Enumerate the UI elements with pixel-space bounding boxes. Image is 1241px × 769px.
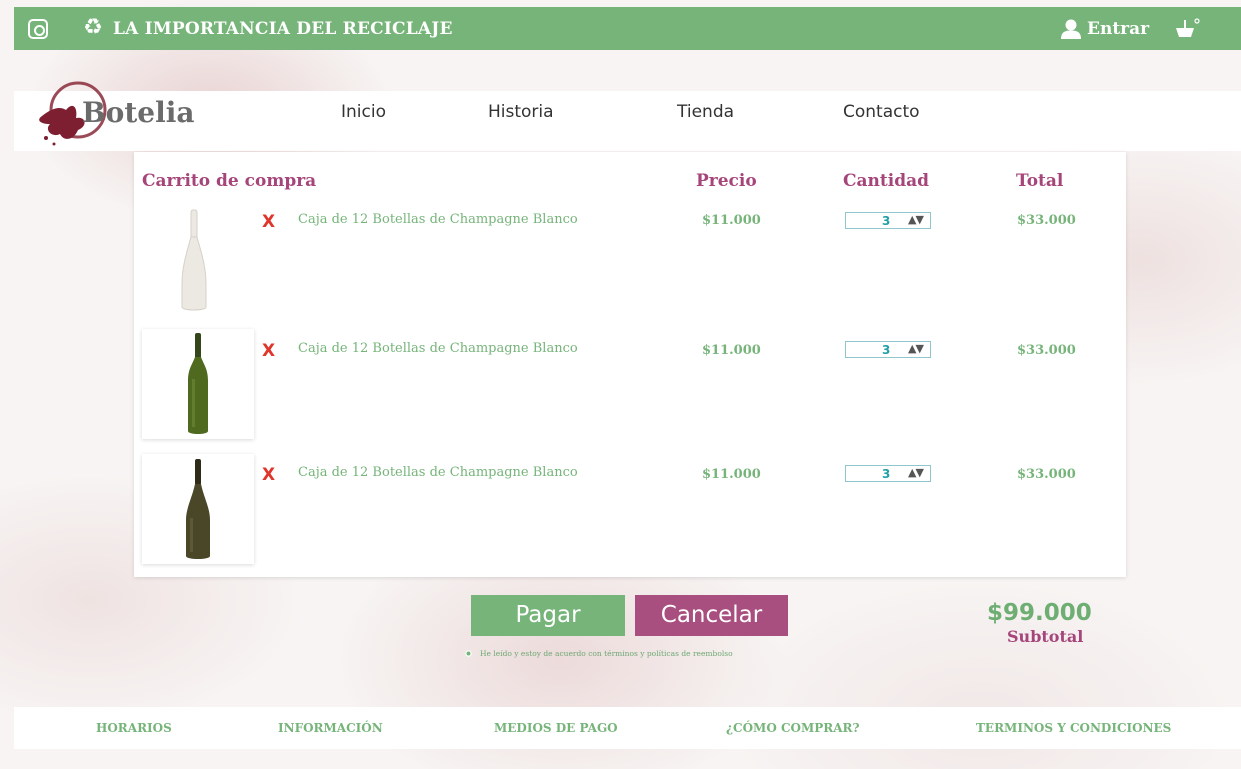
remove-item-button[interactable]: X: [262, 341, 275, 361]
cart-title: Carrito de compra: [142, 171, 317, 191]
price-header: Precio: [696, 171, 757, 191]
remove-item-button[interactable]: X: [262, 212, 275, 232]
product-name[interactable]: Caja de 12 Botellas de Champagne Blanco: [298, 341, 578, 356]
product-price: $11.000: [702, 467, 761, 482]
logo[interactable]: Botelia: [82, 96, 195, 129]
product-name[interactable]: Caja de 12 Botellas de Champagne Blanco: [298, 212, 578, 227]
product-image: [142, 454, 254, 564]
footer-link-como-comprar[interactable]: ¿CÓMO COMPRAR?: [726, 721, 860, 735]
footer-link-informacion[interactable]: INFORMACIÓN: [278, 721, 383, 735]
terms-checkbox[interactable]: [465, 650, 472, 657]
subtotal-label: Subtotal: [1007, 627, 1084, 646]
quantity-value[interactable]: 3: [882, 343, 890, 357]
nav-item-tienda[interactable]: Tienda: [677, 102, 734, 122]
terms-label[interactable]: He leído y estoy de acuerdo con términos…: [480, 649, 733, 658]
product-price: $11.000: [702, 343, 761, 358]
stepper-arrows-icon[interactable]: ▲▼: [908, 213, 924, 226]
quantity-stepper[interactable]: 3 ▲▼: [845, 341, 931, 358]
recycle-icon: ♻: [83, 15, 103, 40]
quantity-value[interactable]: 3: [882, 467, 890, 481]
product-image: [142, 329, 254, 439]
quantity-stepper[interactable]: 3 ▲▼: [845, 465, 931, 482]
product-name[interactable]: Caja de 12 Botellas de Champagne Blanco: [298, 465, 578, 480]
main-nav: [14, 91, 1241, 151]
cancel-button[interactable]: Cancelar: [635, 595, 788, 636]
footer-link-terminos[interactable]: TERMINOS Y CONDICIONES: [976, 721, 1171, 735]
login-link[interactable]: Entrar: [1087, 19, 1149, 39]
line-total: $33.000: [1017, 343, 1076, 358]
total-header: Total: [1016, 171, 1064, 191]
stepper-arrows-icon[interactable]: ▲▼: [908, 342, 924, 355]
footer-link-medios-de-pago[interactable]: MEDIOS DE PAGO: [494, 721, 618, 735]
subtotal-amount: $99.000: [987, 600, 1092, 626]
top-bar: ♻ LA IMPORTANCIA DEL RECICLAJE Entrar: [14, 7, 1241, 50]
nav-item-contacto[interactable]: Contacto: [843, 102, 920, 122]
footer-link-horarios[interactable]: HORARIOS: [96, 721, 172, 735]
cart-panel: [134, 152, 1126, 577]
stepper-arrows-icon[interactable]: ▲▼: [908, 466, 924, 479]
nav-item-inicio[interactable]: Inicio: [341, 102, 386, 122]
quantity-value[interactable]: 3: [882, 214, 890, 228]
basket-icon[interactable]: [1174, 17, 1200, 41]
quantity-header: Cantidad: [843, 171, 930, 191]
pay-button[interactable]: Pagar: [471, 595, 625, 636]
nav-item-historia[interactable]: Historia: [488, 102, 554, 122]
line-total: $33.000: [1017, 467, 1076, 482]
line-total: $33.000: [1017, 213, 1076, 228]
quantity-stepper[interactable]: 3 ▲▼: [845, 212, 931, 229]
instagram-icon[interactable]: [28, 19, 48, 39]
product-image: [142, 205, 254, 315]
product-price: $11.000: [702, 213, 761, 228]
remove-item-button[interactable]: X: [262, 465, 275, 485]
site-title[interactable]: LA IMPORTANCIA DEL RECICLAJE: [113, 19, 453, 39]
user-icon[interactable]: [1060, 18, 1082, 40]
